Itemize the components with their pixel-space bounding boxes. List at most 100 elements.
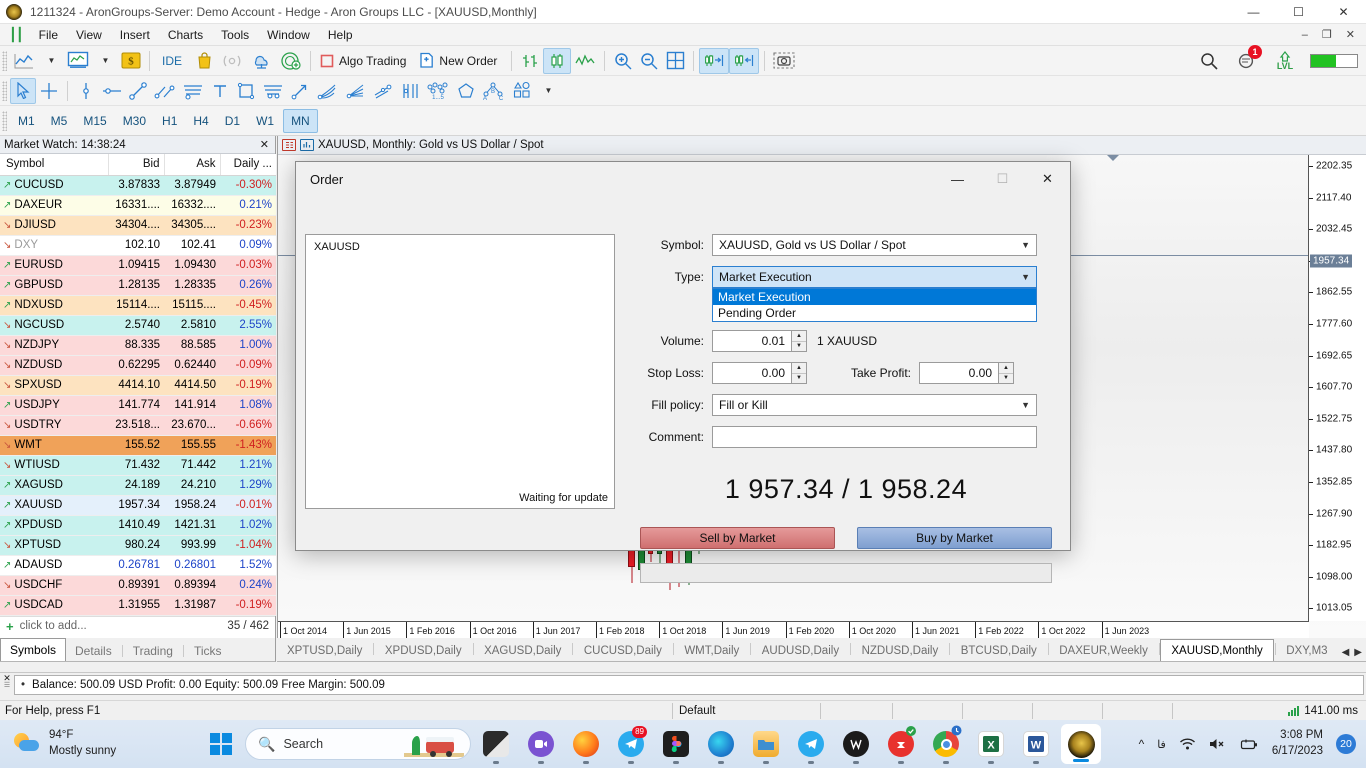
- screenshot-icon[interactable]: [770, 48, 798, 74]
- taskbar-app-file-explorer[interactable]: [746, 720, 786, 768]
- window-close-button[interactable]: ✕: [1321, 0, 1366, 24]
- new-order-button[interactable]: New Order: [415, 48, 506, 74]
- stop-loss-stepper[interactable]: ▲ ▼: [792, 362, 807, 384]
- horizontal-line-icon[interactable]: [99, 78, 125, 104]
- mdi-close-button[interactable]: ✕: [1339, 28, 1362, 41]
- start-button-icon[interactable]: [210, 733, 232, 755]
- price-axis[interactable]: 2202.35 2117.40 2032.45 1957.34 1862.55 1777.…: [1308, 155, 1366, 621]
- timeframe-m15[interactable]: M15: [76, 110, 113, 132]
- weather-widget[interactable]: 94°F Mostly sunny: [0, 728, 210, 759]
- taskbar-app-excel[interactable]: X: [971, 720, 1011, 768]
- taskbar-app-wondershare[interactable]: [836, 720, 876, 768]
- crosshair-icon[interactable]: [36, 78, 62, 104]
- take-profit-input[interactable]: 0.00: [919, 362, 999, 384]
- level-indicator-icon[interactable]: LVL: [1272, 48, 1298, 74]
- chart-tab-next-icon[interactable]: ▶: [1354, 647, 1362, 658]
- table-row[interactable]: ↗ XAGUSD 24.189 24.210 1.29%: [0, 475, 276, 496]
- chart-tab-wmt-daily[interactable]: WMT,Daily: [674, 641, 749, 661]
- menu-charts[interactable]: Charts: [159, 25, 212, 45]
- trendline-icon[interactable]: [125, 78, 151, 104]
- chart-tab-daxeur-weekly[interactable]: DAXEUR,Weekly: [1049, 641, 1158, 661]
- andrews-pitchfork-icon[interactable]: BA C: [479, 78, 507, 104]
- timeframe-mn[interactable]: MN: [283, 108, 318, 133]
- timeframe-d1[interactable]: D1: [218, 110, 247, 132]
- table-row[interactable]: ↘ WMT 155.52 155.55 -1.43%: [0, 435, 276, 456]
- elliott-wave-icon[interactable]: 1...5: [423, 78, 453, 104]
- taskbar-app-metatrader[interactable]: [1061, 724, 1101, 764]
- chart-tab-xauusd-monthly[interactable]: XAUUSD,Monthly: [1160, 639, 1274, 661]
- table-row[interactable]: ↘ WTIUSD 71.432 71.442 1.21%: [0, 455, 276, 476]
- comment-input[interactable]: [712, 426, 1037, 448]
- cycle-lines-icon[interactable]: [397, 78, 423, 104]
- timeframe-m5[interactable]: M5: [44, 110, 75, 132]
- shapes-icon[interactable]: [453, 78, 479, 104]
- order-dialog-minimize-button[interactable]: —: [935, 162, 980, 196]
- time-axis[interactable]: 1 Oct 2014 1 Jun 2015 1 Feb 2016 1 Oct 2016…: [278, 621, 1309, 639]
- chart-tab-cucusd-daily[interactable]: CUCUSD,Daily: [574, 641, 672, 661]
- candlestick-chart-icon[interactable]: [543, 47, 572, 74]
- tray-expand-icon[interactable]: ^: [1139, 737, 1145, 751]
- taskbar-app-edge[interactable]: [701, 720, 741, 768]
- window-maximize-button[interactable]: ☐: [1276, 0, 1321, 24]
- table-row[interactable]: ↘ SPXUSD 4414.10 4414.50 -0.19%: [0, 375, 276, 396]
- market-watch-close-icon[interactable]: ✕: [260, 138, 275, 151]
- table-row[interactable]: ↗ EURUSD 1.09415 1.09430 -0.03%: [0, 255, 276, 276]
- tab-trading[interactable]: Trading: [124, 641, 182, 661]
- tray-volume-muted-icon[interactable]: [1209, 737, 1227, 751]
- line-chart-icon[interactable]: [10, 48, 38, 74]
- notification-center-badge[interactable]: 20: [1336, 734, 1356, 754]
- symbol-select[interactable]: XAUUSD, Gold vs US Dollar / Spot ▼: [712, 234, 1037, 256]
- table-row[interactable]: ↗ USDCAD 1.31955 1.31987 -0.19%: [0, 595, 276, 616]
- window-minimize-button[interactable]: —: [1231, 0, 1276, 24]
- chart-tab-xptusd-daily[interactable]: XPTUSD,Daily: [277, 641, 372, 661]
- currency-icon[interactable]: $: [118, 48, 144, 74]
- tab-symbols[interactable]: Symbols: [0, 638, 67, 661]
- tray-language-icon[interactable]: فا: [1157, 738, 1166, 751]
- column-symbol[interactable]: Symbol: [0, 154, 109, 176]
- gann-fan-icon[interactable]: [313, 78, 341, 104]
- algo-trading-button[interactable]: Algo Trading: [316, 48, 415, 74]
- chart-template-icon[interactable]: [64, 48, 92, 74]
- chart-template-dropdown-icon[interactable]: ▼: [92, 48, 118, 74]
- market-bag-icon[interactable]: [191, 48, 217, 74]
- volume-input[interactable]: 0.01: [712, 330, 792, 352]
- chart-shift-icon[interactable]: [729, 47, 760, 74]
- chart-data-window-icon[interactable]: [282, 139, 296, 151]
- tray-battery-icon[interactable]: [1240, 738, 1259, 751]
- sell-by-market-button[interactable]: Sell by Market: [640, 527, 835, 549]
- taskbar-search-box[interactable]: 🔍 Search: [245, 728, 471, 760]
- timeframe-h4[interactable]: H4: [186, 110, 215, 132]
- tile-windows-icon[interactable]: [662, 48, 688, 74]
- order-symbol-chart-panel[interactable]: XAUUSD Waiting for update: [305, 234, 615, 509]
- objects-group-icon[interactable]: [507, 78, 535, 104]
- column-daily[interactable]: Daily ...: [220, 154, 276, 176]
- chart-tab-xagusd-daily[interactable]: XAGUSD,Daily: [474, 641, 571, 661]
- menu-file[interactable]: File: [30, 25, 67, 45]
- type-option-market-execution[interactable]: Market Execution: [713, 289, 1036, 305]
- table-row[interactable]: ↘ DXY 102.10 102.41 0.09%: [0, 235, 276, 256]
- buy-by-market-button[interactable]: Buy by Market: [857, 527, 1052, 549]
- tray-wifi-icon[interactable]: [1179, 737, 1196, 751]
- chart-tab-btcusd-daily[interactable]: BTCUSD,Daily: [951, 641, 1047, 661]
- arrow-icon[interactable]: [287, 78, 313, 104]
- terminal-grip-icon[interactable]: ☰: [4, 682, 10, 689]
- table-row[interactable]: ↘ DJIUSD 34304.... 34305.... -0.23%: [0, 215, 276, 236]
- line-mode-icon[interactable]: [571, 48, 599, 74]
- fill-policy-select[interactable]: Fill or Kill ▼: [712, 394, 1037, 416]
- search-icon[interactable]: [1196, 48, 1222, 74]
- fibonacci-retracement-icon[interactable]: [259, 78, 287, 104]
- equidistant-channel-icon[interactable]: [179, 78, 207, 104]
- taskbar-app-word[interactable]: W: [1016, 720, 1056, 768]
- taskbar-app-figma[interactable]: [656, 720, 696, 768]
- timeframe-m1[interactable]: M1: [11, 110, 42, 132]
- taskbar-app-firefox[interactable]: [566, 720, 606, 768]
- table-row[interactable]: ↗ DAXEUR 16331.... 16332.... 0.21%: [0, 195, 276, 216]
- table-row[interactable]: ↘ NZDUSD 0.62295 0.62440 -0.09%: [0, 355, 276, 376]
- table-row[interactable]: ↘ USDTRY 23.518... 23.670... -0.66%: [0, 415, 276, 436]
- timeframe-w1[interactable]: W1: [249, 110, 281, 132]
- taskbar-app-sticky-notes[interactable]: [476, 720, 516, 768]
- chart-tab-audusd-daily[interactable]: AUDUSD,Daily: [752, 641, 849, 661]
- bar-chart-icon[interactable]: [517, 48, 543, 74]
- table-row[interactable]: ↗ USDJPY 141.774 141.914 1.08%: [0, 395, 276, 416]
- chart-tab-dxy-m3[interactable]: DXY,M3: [1276, 641, 1337, 661]
